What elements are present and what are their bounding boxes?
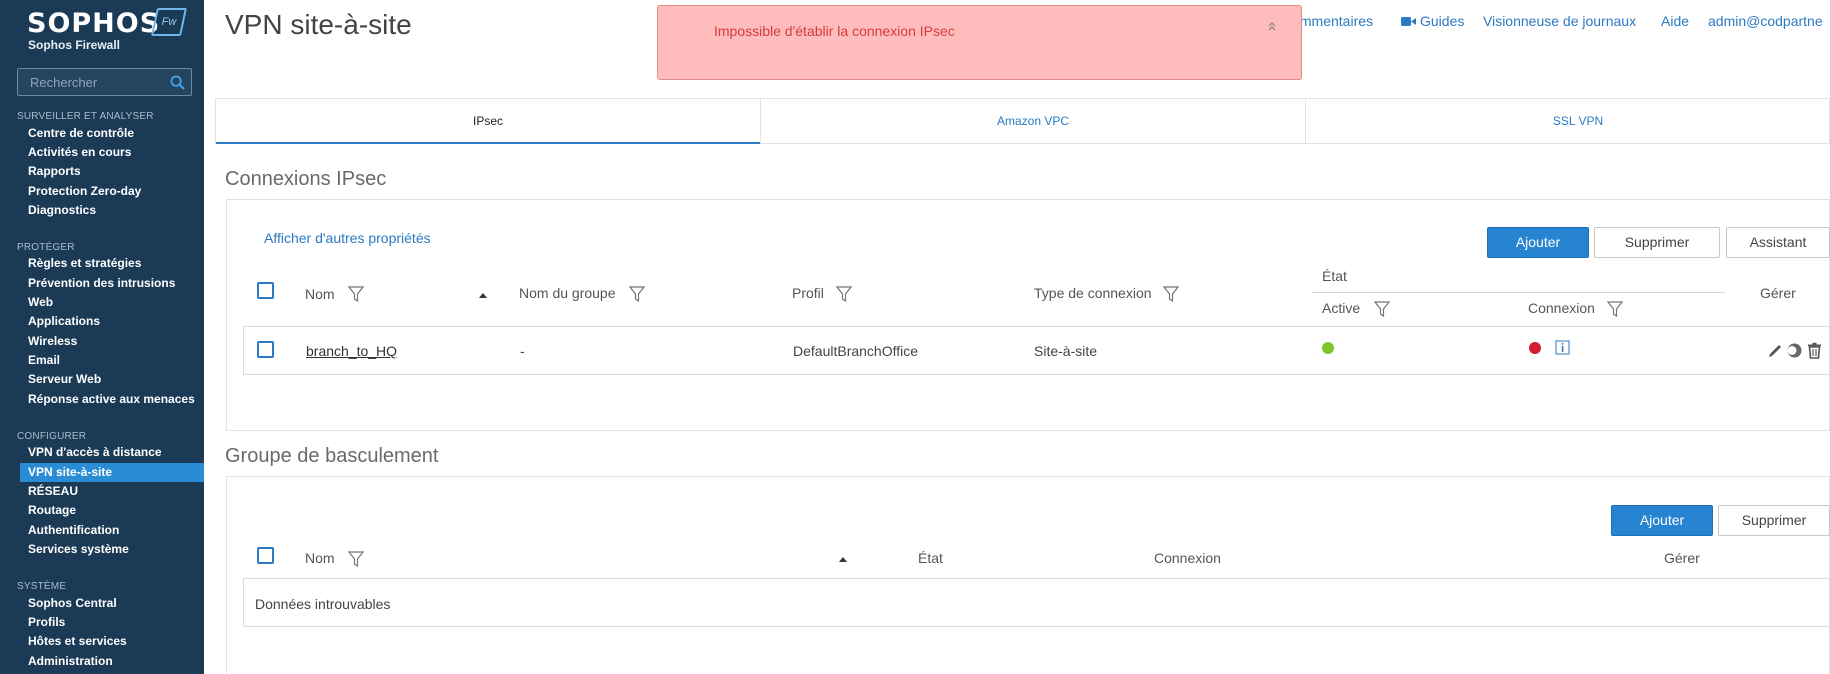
col-header-active: Active xyxy=(1322,300,1361,316)
nav-item-administration[interactable]: Administration xyxy=(20,652,204,671)
nav-item-reports[interactable]: Rapports xyxy=(20,162,204,181)
nav-item-site-to-site-vpn[interactable]: VPN site-à-site xyxy=(20,463,204,482)
filter-icon[interactable] xyxy=(629,286,645,302)
nav-item-applications[interactable]: Applications xyxy=(20,312,204,331)
failover-select-all-checkbox[interactable] xyxy=(257,547,274,564)
sort-ascending-icon[interactable] xyxy=(838,554,848,564)
state-group-underline xyxy=(1312,292,1725,293)
filter-icon[interactable] xyxy=(1163,286,1179,302)
firewall-badge-icon: Fw xyxy=(151,8,187,36)
nav-item-control-center[interactable]: Centre de contrôle xyxy=(20,124,204,143)
col-header-connection: Connexion xyxy=(1528,300,1595,316)
firewall-badge-text: Fw xyxy=(161,16,177,28)
nav-item-wireless[interactable]: Wireless xyxy=(20,332,204,351)
tab-ipsec[interactable]: IPsec xyxy=(216,99,760,144)
row-group: - xyxy=(520,343,525,359)
filter-icon[interactable] xyxy=(1607,301,1623,317)
edit-pencil-icon[interactable] xyxy=(1767,342,1784,359)
search-box xyxy=(17,68,192,96)
sidebar: SOPHOS Fw Sophos Firewall SURVEILLER ET … xyxy=(0,0,204,674)
ipsec-add-button[interactable]: Ajouter xyxy=(1487,227,1589,258)
nav-item-network[interactable]: RÉSEAU xyxy=(20,482,204,501)
col-header-profile: Profil xyxy=(792,285,824,301)
link-admin-user[interactable]: admin@codpartne xyxy=(1708,13,1823,29)
nav-section-monitor: SURVEILLER ET ANALYSER xyxy=(17,111,154,122)
row-checkbox[interactable] xyxy=(257,341,274,358)
col-header-manage: Gérer xyxy=(1760,285,1796,301)
search-icon[interactable] xyxy=(170,75,185,90)
col-header-group: Nom du groupe xyxy=(519,285,616,301)
failover-section-title: Groupe de basculement xyxy=(225,445,439,467)
col-header-connection-type: Type de connexion xyxy=(1034,285,1152,301)
nav-item-web-server[interactable]: Serveur Web xyxy=(20,370,204,389)
product-name: Sophos Firewall xyxy=(28,38,121,52)
link-guides[interactable]: Guides xyxy=(1420,13,1464,29)
nav-section-system: SYSTÈME xyxy=(17,581,67,592)
ipsec-delete-button[interactable]: Supprimer xyxy=(1594,227,1720,258)
tab-amazon-vpc[interactable]: Amazon VPC xyxy=(761,99,1305,144)
error-message: Impossible d'établir la connexion IPsec xyxy=(714,23,955,39)
failover-delete-button[interactable]: Supprimer xyxy=(1718,505,1830,536)
link-log-viewer[interactable]: Visionneuse de journaux xyxy=(1483,13,1636,29)
nav-item-authentication[interactable]: Authentification xyxy=(20,521,204,540)
failover-panel xyxy=(226,476,1830,674)
ipsec-wizard-button[interactable]: Assistant xyxy=(1726,227,1830,258)
filter-icon[interactable] xyxy=(1374,301,1390,317)
page-title: VPN site-à-site xyxy=(225,9,412,40)
error-banner: Impossible d'établir la connexion IPsec xyxy=(657,5,1302,80)
info-icon[interactable] xyxy=(1555,340,1570,355)
nav-item-email[interactable]: Email xyxy=(20,351,204,370)
row-name-link[interactable]: branch_to_HQ xyxy=(306,343,397,359)
select-all-checkbox[interactable] xyxy=(257,282,274,299)
nav-item-web[interactable]: Web xyxy=(20,293,204,312)
nav-item-remote-access-vpn[interactable]: VPN d'accès à distance xyxy=(20,443,204,462)
nav-section-configure: CONFIGURER xyxy=(17,431,87,442)
nav-item-profiles[interactable]: Profils xyxy=(20,613,204,632)
ipsec-section-title: Connexions IPsec xyxy=(225,168,387,190)
nav-item-hosts-services[interactable]: Hôtes et services xyxy=(20,632,204,651)
nav-item-diagnostics[interactable]: Diagnostics xyxy=(20,201,204,220)
empty-table-message: Données introuvables xyxy=(255,596,391,612)
link-help[interactable]: Aide xyxy=(1661,13,1689,29)
filter-icon[interactable] xyxy=(348,286,364,302)
collapse-up-icon[interactable] xyxy=(1267,20,1277,32)
toggle-connection-icon[interactable] xyxy=(1786,342,1803,359)
more-properties-link[interactable]: Afficher d'autres propriétés xyxy=(264,230,431,246)
connection-status-dot[interactable] xyxy=(1529,342,1541,354)
sophos-logo: SOPHOS xyxy=(27,8,161,39)
col-header-name: Nom xyxy=(305,286,335,302)
active-status-dot[interactable] xyxy=(1322,342,1334,354)
tab-ssl-vpn[interactable]: SSL VPN xyxy=(1306,99,1830,144)
failover-col-header-name: Nom xyxy=(305,550,335,566)
empty-row xyxy=(243,579,1830,627)
nav-item-rules-policies[interactable]: Règles et stratégies xyxy=(20,254,204,273)
video-camera-icon xyxy=(1401,17,1416,26)
failover-col-header-manage: Gérer xyxy=(1664,550,1700,566)
nav-item-active-threat-response[interactable]: Réponse active aux menaces xyxy=(20,390,204,409)
filter-icon[interactable] xyxy=(348,551,364,567)
delete-trash-icon[interactable] xyxy=(1806,342,1823,359)
nav-item-routing[interactable]: Routage xyxy=(20,501,204,520)
nav-item-current-activities[interactable]: Activités en cours xyxy=(20,143,204,162)
filter-icon[interactable] xyxy=(836,286,852,302)
row-profile: DefaultBranchOffice xyxy=(793,343,919,359)
nav-item-zero-day[interactable]: Protection Zero-day xyxy=(20,182,204,201)
tab-bar: IPsec Amazon VPC SSL VPN xyxy=(215,98,1830,144)
nav-item-system-services[interactable]: Services système xyxy=(20,540,204,559)
row-connection-type: Site-à-site xyxy=(1034,343,1098,359)
failover-col-header-connection: Connexion xyxy=(1154,550,1221,566)
failover-col-header-state: État xyxy=(918,550,943,566)
nav-section-protect: PROTÉGER xyxy=(17,242,75,253)
app-root: SOPHOS Fw Sophos Firewall SURVEILLER ET … xyxy=(0,0,1830,674)
search-input[interactable] xyxy=(18,69,168,95)
failover-add-button[interactable]: Ajouter xyxy=(1611,505,1713,536)
nav-item-intrusion-prevention[interactable]: Prévention des intrusions xyxy=(20,274,204,293)
col-header-state: État xyxy=(1322,268,1347,284)
nav-item-sophos-central[interactable]: Sophos Central xyxy=(20,594,204,613)
sort-ascending-icon[interactable] xyxy=(478,290,488,300)
